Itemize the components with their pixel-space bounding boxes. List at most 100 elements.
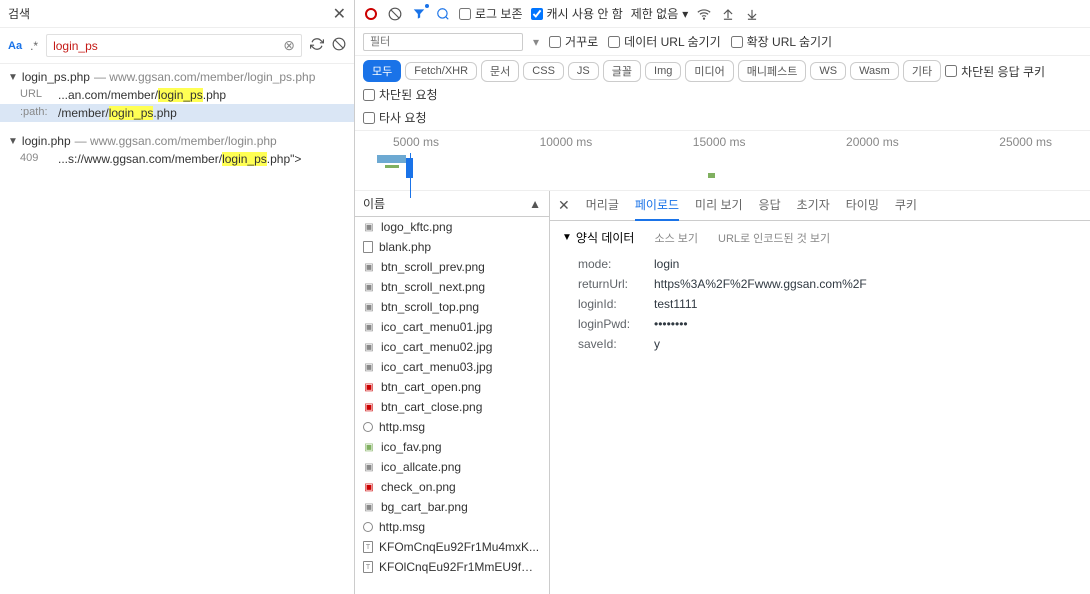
file-item[interactable]: ▣ico_allcate.png — [355, 457, 549, 477]
result-line[interactable]: URL...an.com/member/login_ps.php — [0, 86, 354, 104]
view-source-link[interactable]: 소스 보기 — [654, 230, 698, 246]
result-line[interactable]: :path:/member/login_ps.php — [0, 104, 354, 122]
case-sensitive-toggle[interactable]: Aa — [8, 40, 22, 52]
file-item[interactable]: ▣btn_scroll_prev.png — [355, 257, 549, 277]
image-icon: ▣ — [363, 501, 375, 513]
form-data-section[interactable]: ▼ 양식 데이터 — [562, 229, 634, 246]
document-icon — [363, 241, 373, 253]
filter-icon[interactable] — [411, 6, 427, 22]
type-filter-button[interactable]: 매니페스트 — [738, 60, 807, 82]
blocked-requests-checkbox[interactable]: 차단된 요청 — [363, 86, 438, 103]
search-icon[interactable] — [435, 6, 451, 22]
file-items: ▣logo_kftc.pngblank.php▣btn_scroll_prev.… — [355, 217, 549, 594]
type-filter-button[interactable]: 글꼴 — [603, 60, 641, 82]
third-party-checkbox[interactable]: 타사 요청 — [363, 109, 427, 126]
file-item[interactable]: ▣logo_kftc.png — [355, 217, 549, 237]
reverse-checkbox[interactable]: 거꾸로 — [549, 33, 598, 50]
image-icon: ▣ — [363, 481, 375, 493]
image-icon: ▣ — [363, 321, 375, 333]
payload-header: ▼ 양식 데이터 소스 보기 URL로 인코드된 것 보기 — [562, 229, 1078, 246]
blocked-response-cookies-checkbox[interactable]: 차단된 응답 쿠키 — [945, 63, 1045, 80]
details-tab[interactable]: 쿠키 — [895, 191, 917, 221]
payload-row: saveId:y — [562, 334, 1078, 354]
file-item[interactable]: ▣btn_scroll_next.png — [355, 277, 549, 297]
file-item[interactable]: http.msg — [355, 517, 549, 537]
file-item[interactable]: blank.php — [355, 237, 549, 257]
view-encoded-link[interactable]: URL로 인코드된 것 보기 — [718, 230, 830, 246]
regex-toggle[interactable]: .* — [30, 39, 38, 53]
file-item[interactable]: ▣ico_cart_menu02.jpg — [355, 337, 549, 357]
payload-content: ▼ 양식 데이터 소스 보기 URL로 인코드된 것 보기 mode:login… — [550, 221, 1090, 362]
details-tab[interactable]: 타이밍 — [846, 191, 879, 221]
image-icon: ▣ — [363, 301, 375, 313]
hide-ext-url-checkbox[interactable]: 확장 URL 숨기기 — [731, 33, 832, 50]
search-close-icon[interactable]: ✕ — [333, 4, 346, 24]
image-icon: ▣ — [363, 441, 375, 453]
close-details-icon[interactable]: ✕ — [558, 197, 570, 214]
file-item[interactable]: TKFOmCnqEu92Fr1Mu4mxK... — [355, 537, 549, 557]
result-line[interactable]: 409...s://www.ggsan.com/member/login_ps.… — [0, 150, 354, 168]
type-filter-button[interactable]: Fetch/XHR — [405, 62, 477, 80]
details-tab[interactable]: 미리 보기 — [695, 191, 743, 221]
timeline[interactable]: 5000 ms10000 ms15000 ms20000 ms25000 ms — [355, 131, 1090, 191]
type-filter-button[interactable]: JS — [568, 62, 599, 80]
search-title: 검색 — [8, 5, 333, 22]
file-item[interactable]: ▣btn_cart_close.png — [355, 397, 549, 417]
type-filter-button[interactable]: WS — [810, 62, 846, 80]
refresh-icon[interactable] — [310, 37, 324, 54]
payload-row: mode:login — [562, 254, 1078, 274]
type-filter-button[interactable]: 모두 — [363, 60, 401, 82]
file-item[interactable]: ▣check_on.png — [355, 477, 549, 497]
file-item[interactable]: ▣ico_cart_menu01.jpg — [355, 317, 549, 337]
result-header[interactable]: ▼login_ps.php — www.ggsan.com/member/log… — [0, 68, 354, 86]
file-item[interactable]: http.msg — [355, 417, 549, 437]
image-icon: ▣ — [363, 341, 375, 353]
wifi-icon[interactable] — [696, 6, 712, 22]
timeline-ticks: 5000 ms10000 ms15000 ms20000 ms25000 ms — [363, 135, 1082, 149]
file-item[interactable]: ▣ico_cart_menu03.jpg — [355, 357, 549, 377]
type-filter-button[interactable]: Wasm — [850, 62, 899, 80]
file-item[interactable]: ▣bg_cart_bar.png — [355, 497, 549, 517]
type-filter-button[interactable]: Img — [645, 62, 681, 80]
payload-row: loginId:test1111 — [562, 294, 1078, 314]
type-filter-button[interactable]: CSS — [523, 62, 564, 80]
details-tab[interactable]: 머리글 — [586, 191, 619, 221]
details-tab[interactable]: 초기자 — [797, 191, 830, 221]
details-tab[interactable]: 응답 — [759, 191, 781, 221]
throttle-select[interactable]: 제한 없음▾ — [631, 5, 689, 22]
font-icon: T — [363, 561, 373, 573]
network-toolbar: 로그 보존 캐시 사용 안 함 제한 없음▾ — [355, 0, 1090, 28]
search-input[interactable] — [53, 39, 283, 53]
clear-search-icon[interactable]: ⊗ — [283, 37, 295, 54]
timeline-bar — [708, 173, 715, 178]
timeline-tick: 15000 ms — [693, 135, 746, 149]
download-icon[interactable] — [744, 6, 760, 22]
file-item[interactable]: ▣btn_cart_open.png — [355, 377, 549, 397]
result-header[interactable]: ▼login.php — www.ggsan.com/member/login.… — [0, 132, 354, 150]
record-button[interactable] — [363, 6, 379, 22]
preserve-log-checkbox[interactable]: 로그 보존 — [459, 5, 523, 22]
network-panel: 로그 보존 캐시 사용 안 함 제한 없음▾ ▾ 거꾸로 데이터 URL 숨기기… — [355, 0, 1090, 594]
file-item[interactable]: TKFOlCnqEu92Fr1MmEU9fBB... — [355, 557, 549, 577]
expand-icon[interactable]: ▼ — [8, 136, 18, 147]
timeline-tick: 25000 ms — [999, 135, 1052, 149]
type-filter-button[interactable]: 문서 — [481, 60, 519, 82]
expand-icon[interactable]: ▼ — [8, 72, 18, 83]
hide-data-url-checkbox[interactable]: 데이터 URL 숨기기 — [608, 33, 720, 50]
type-filter-button[interactable]: 미디어 — [685, 60, 733, 82]
file-item[interactable]: ▣btn_scroll_top.png — [355, 297, 549, 317]
image-icon: ▣ — [363, 221, 375, 233]
disable-cache-checkbox[interactable]: 캐시 사용 안 함 — [531, 5, 623, 22]
file-item[interactable]: ▣ico_fav.png — [355, 437, 549, 457]
timeline-tick: 20000 ms — [846, 135, 899, 149]
type-filter-button[interactable]: 기타 — [903, 60, 941, 82]
filter-dropdown-icon[interactable]: ▾ — [533, 35, 539, 49]
cancel-search-icon[interactable] — [332, 37, 346, 54]
generic-icon — [363, 522, 373, 532]
filter-input[interactable] — [363, 33, 523, 51]
details-panel: ✕ 머리글 페이로드 미리 보기 응답 초기자 타이밍 쿠키 ▼ 양식 데이터 소스 보기 … — [550, 191, 1090, 594]
details-tab[interactable]: 페이로드 — [635, 191, 679, 221]
upload-icon[interactable] — [720, 6, 736, 22]
clear-icon[interactable] — [387, 6, 403, 22]
file-list-header[interactable]: 이름 ▲ — [355, 191, 549, 217]
